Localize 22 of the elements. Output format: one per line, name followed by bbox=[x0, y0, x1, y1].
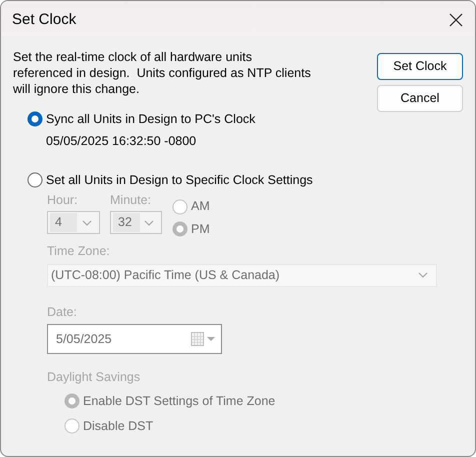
set-clock-button[interactable]: Set Clock bbox=[377, 53, 463, 80]
chevron-down-icon bbox=[144, 220, 154, 226]
time-zone-label: Time Zone: bbox=[47, 242, 111, 260]
close-icon[interactable] bbox=[449, 13, 463, 27]
option-label: Set all Units in Design to Specific Clock Settings bbox=[46, 172, 313, 189]
meridiem-label: AM bbox=[191, 198, 210, 216]
chevron-down-icon bbox=[82, 220, 92, 226]
dst-option-label: Enable DST Settings of Time Zone bbox=[83, 393, 276, 410]
current-time-text: 05/05/2025 16:32:50 -0800 bbox=[45, 132, 198, 150]
cancel-button[interactable]: Cancel bbox=[377, 85, 463, 112]
chevron-down-icon bbox=[418, 272, 428, 278]
radio-button[interactable] bbox=[27, 111, 43, 128]
description-text: Set the real-time clock of all hardware units referenced in design. Units configured as NTP clients will ignore this change. bbox=[13, 49, 312, 97]
hour-label: Hour: bbox=[47, 192, 79, 210]
minute-label: Minute: bbox=[110, 192, 152, 210]
window-title: Set Clock bbox=[12, 10, 76, 30]
radio-button[interactable] bbox=[27, 172, 43, 188]
daylight-savings-label: Daylight Savings bbox=[47, 369, 142, 386]
dst-option-label: Disable DST bbox=[83, 418, 154, 435]
date-label: Date: bbox=[47, 304, 78, 320]
meridiem-label: PM bbox=[191, 221, 210, 238]
option-label: Sync all Units in Design to PC's Clock bbox=[46, 111, 256, 128]
